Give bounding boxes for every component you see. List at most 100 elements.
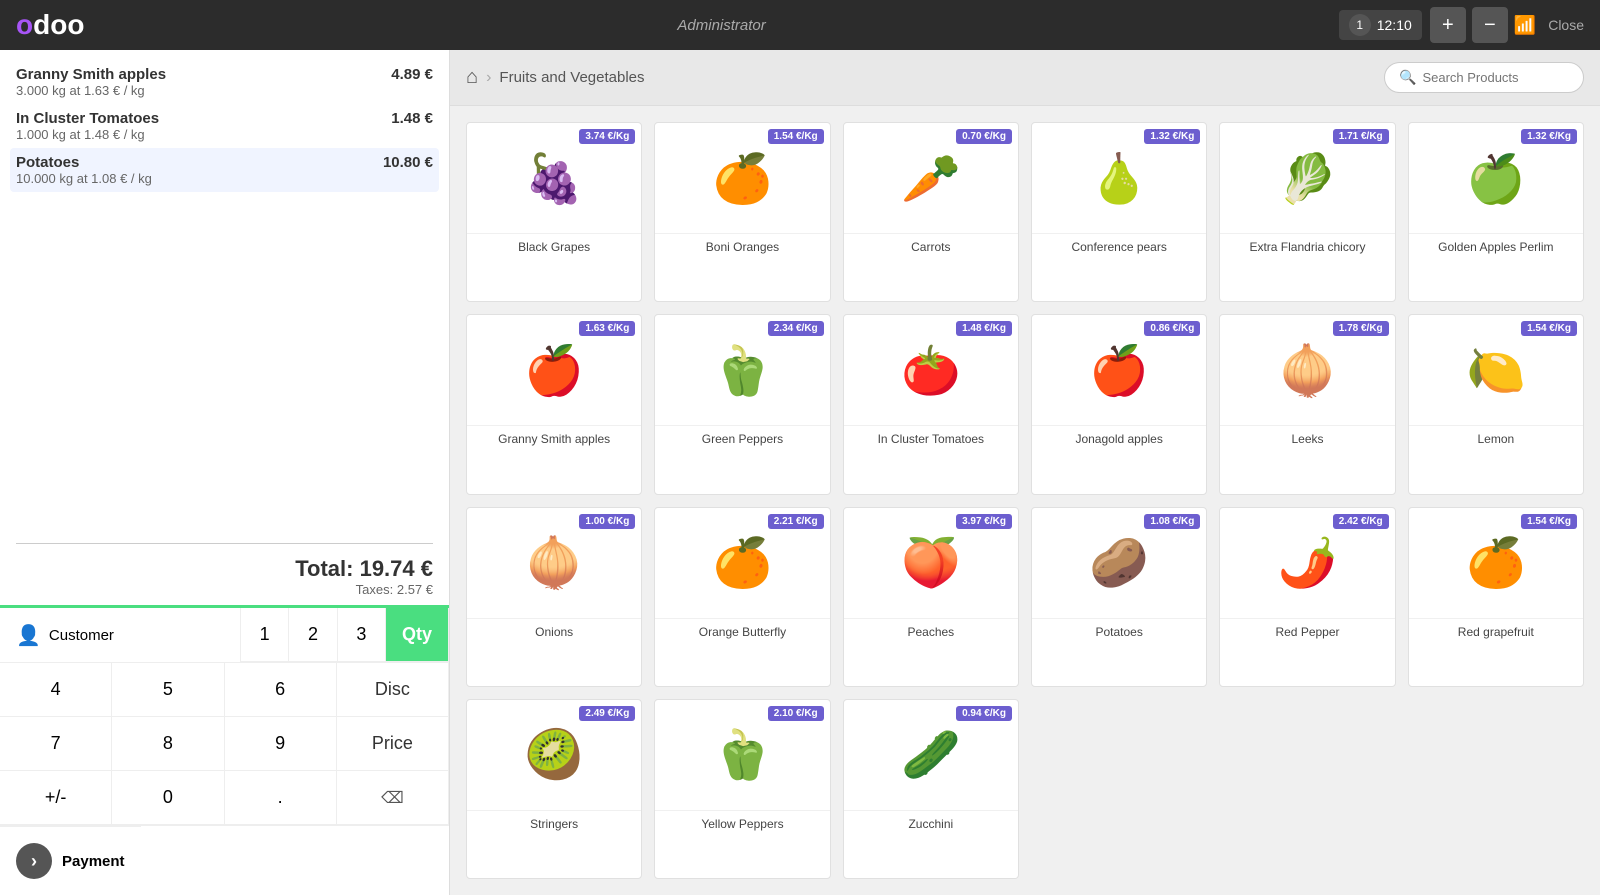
wifi-icon: 📶 bbox=[1514, 15, 1536, 36]
product-card[interactable]: 1.78 €/Kg 🧅 Leeks bbox=[1219, 314, 1395, 494]
order-item[interactable]: In Cluster Tomatoes 1.48 € 1.000 kg at 1… bbox=[16, 110, 433, 142]
product-card[interactable]: 3.97 €/Kg 🍑 Peaches bbox=[843, 507, 1019, 687]
product-card[interactable]: 0.86 €/Kg 🍎 Jonagold apples bbox=[1031, 314, 1207, 494]
num-plusminus[interactable]: +/- bbox=[0, 771, 112, 825]
product-emoji: 🧅 bbox=[1278, 342, 1338, 399]
product-card[interactable]: 2.34 €/Kg 🫑 Green Peppers bbox=[654, 314, 830, 494]
category-label: Fruits and Vegetables bbox=[499, 69, 644, 86]
order-tab[interactable]: 1 12:10 bbox=[1339, 10, 1422, 40]
num-6[interactable]: 6 bbox=[225, 663, 337, 717]
price-badge: 1.32 €/Kg bbox=[1144, 129, 1200, 144]
product-card[interactable]: 1.63 €/Kg 🍎 Granny Smith apples bbox=[466, 314, 642, 494]
product-emoji: 🍊 bbox=[713, 150, 773, 207]
price-badge: 0.70 €/Kg bbox=[956, 129, 1012, 144]
order-item[interactable]: Granny Smith apples 4.89 € 3.000 kg at 1… bbox=[16, 66, 433, 98]
product-card[interactable]: 1.00 €/Kg 🧅 Onions bbox=[466, 507, 642, 687]
remove-order-button[interactable]: − bbox=[1472, 7, 1508, 43]
num-2[interactable]: 2 bbox=[289, 608, 337, 662]
logo: odoo bbox=[16, 9, 84, 41]
product-image-area: 1.78 €/Kg 🧅 bbox=[1220, 315, 1394, 425]
product-emoji: 🥕 bbox=[901, 150, 961, 207]
product-card[interactable]: 1.71 €/Kg 🥬 Extra Flandria chicory bbox=[1219, 122, 1395, 302]
numpad-area: 👤 Customer 1 2 3 Qty 4 5 6 Disc 7 8 9 bbox=[0, 605, 449, 895]
customer-button[interactable]: 👤 Customer bbox=[0, 608, 241, 662]
qty-button[interactable]: Qty bbox=[386, 608, 449, 662]
product-card[interactable]: 2.42 €/Kg 🌶️ Red Pepper bbox=[1219, 507, 1395, 687]
product-card[interactable]: 0.94 €/Kg 🥒 Zucchini bbox=[843, 699, 1019, 879]
product-card[interactable]: 2.10 €/Kg 🫑 Yellow Peppers bbox=[654, 699, 830, 879]
product-emoji: 🍎 bbox=[524, 342, 584, 399]
num-0[interactable]: 0 bbox=[112, 771, 224, 825]
product-image-area: 2.10 €/Kg 🫑 bbox=[655, 700, 829, 810]
price-button[interactable]: Price bbox=[337, 717, 449, 771]
product-image-area: 0.70 €/Kg 🥕 bbox=[844, 123, 1018, 233]
add-order-button[interactable]: + bbox=[1430, 7, 1466, 43]
order-item[interactable]: Potatoes 10.80 € 10.000 kg at 1.08 € / k… bbox=[10, 148, 439, 192]
product-card[interactable]: 1.32 €/Kg 🍐 Conference pears bbox=[1031, 122, 1207, 302]
num-dot[interactable]: . bbox=[225, 771, 337, 825]
order-tab-number: 1 bbox=[1349, 14, 1371, 36]
disc-button[interactable]: Disc bbox=[337, 663, 449, 717]
product-name: Orange Butterfly bbox=[655, 618, 829, 647]
num-4[interactable]: 4 bbox=[0, 663, 112, 717]
price-badge: 1.08 €/Kg bbox=[1144, 514, 1200, 529]
product-card[interactable]: 1.08 €/Kg 🥔 Potatoes bbox=[1031, 507, 1207, 687]
order-list: Granny Smith apples 4.89 € 3.000 kg at 1… bbox=[0, 50, 449, 535]
order-tab-time: 12:10 bbox=[1377, 17, 1412, 33]
product-card[interactable]: 3.74 €/Kg 🍇 Black Grapes bbox=[466, 122, 642, 302]
search-input[interactable] bbox=[1422, 70, 1562, 85]
payment-button[interactable]: › Payment bbox=[0, 826, 141, 895]
product-emoji: 🍊 bbox=[1466, 534, 1526, 591]
order-item-name: Granny Smith apples 4.89 € bbox=[16, 66, 433, 83]
product-name: Jonagold apples bbox=[1032, 425, 1206, 454]
product-emoji: 🥒 bbox=[901, 726, 961, 783]
product-name: Red Pepper bbox=[1220, 618, 1394, 647]
price-badge: 1.54 €/Kg bbox=[768, 129, 824, 144]
product-card[interactable]: 1.54 €/Kg 🍊 Boni Oranges bbox=[654, 122, 830, 302]
price-badge: 1.63 €/Kg bbox=[579, 321, 635, 336]
num-7[interactable]: 7 bbox=[0, 717, 112, 771]
price-badge: 0.86 €/Kg bbox=[1144, 321, 1200, 336]
product-name: Lemon bbox=[1409, 425, 1583, 454]
product-name: Black Grapes bbox=[467, 233, 641, 262]
num-3[interactable]: 3 bbox=[338, 608, 386, 662]
num-9[interactable]: 9 bbox=[225, 717, 337, 771]
home-icon[interactable]: ⌂ bbox=[466, 66, 478, 89]
product-emoji: 🧅 bbox=[524, 534, 584, 591]
product-image-area: 2.49 €/Kg 🥝 bbox=[467, 700, 641, 810]
product-emoji: 🍅 bbox=[901, 342, 961, 399]
price-badge: 1.48 €/Kg bbox=[956, 321, 1012, 336]
product-card[interactable]: 1.54 €/Kg 🍊 Red grapefruit bbox=[1408, 507, 1584, 687]
product-card[interactable]: 0.70 €/Kg 🥕 Carrots bbox=[843, 122, 1019, 302]
backspace-button[interactable]: ⌫ bbox=[337, 771, 449, 825]
product-card[interactable]: 1.54 €/Kg 🍋 Lemon bbox=[1408, 314, 1584, 494]
total-amount: Total: 19.74 € bbox=[16, 556, 433, 582]
search-icon: 🔍 bbox=[1399, 69, 1416, 86]
product-card[interactable]: 1.48 €/Kg 🍅 In Cluster Tomatoes bbox=[843, 314, 1019, 494]
num-1[interactable]: 1 bbox=[241, 608, 289, 662]
price-badge: 0.94 €/Kg bbox=[956, 706, 1012, 721]
product-card[interactable]: 2.49 €/Kg 🥝 Stringers bbox=[466, 699, 642, 879]
payment-circle-icon: › bbox=[16, 843, 52, 879]
product-card[interactable]: 1.32 €/Kg 🍏 Golden Apples Perlim bbox=[1408, 122, 1584, 302]
product-emoji: 🥝 bbox=[524, 726, 584, 783]
num-5[interactable]: 5 bbox=[112, 663, 224, 717]
left-panel: Granny Smith apples 4.89 € 3.000 kg at 1… bbox=[0, 50, 450, 895]
num-8[interactable]: 8 bbox=[112, 717, 224, 771]
customer-icon: 👤 bbox=[16, 623, 41, 648]
customer-label: Customer bbox=[49, 627, 114, 644]
product-name: Carrots bbox=[844, 233, 1018, 262]
product-name: Onions bbox=[467, 618, 641, 647]
product-name: Conference pears bbox=[1032, 233, 1206, 262]
close-button[interactable]: Close bbox=[1548, 17, 1584, 33]
order-item-name: Potatoes 10.80 € bbox=[16, 154, 433, 171]
search-box[interactable]: 🔍 bbox=[1384, 62, 1584, 93]
topbar: odoo Administrator 1 12:10 + − 📶 Close bbox=[0, 0, 1600, 50]
product-image-area: 1.32 €/Kg 🍏 bbox=[1409, 123, 1583, 233]
product-card[interactable]: 2.21 €/Kg 🍊 Orange Butterfly bbox=[654, 507, 830, 687]
product-image-area: 2.21 €/Kg 🍊 bbox=[655, 508, 829, 618]
payment-label: Payment bbox=[62, 853, 125, 870]
price-badge: 1.32 €/Kg bbox=[1521, 129, 1577, 144]
order-total: Total: 19.74 € Taxes: 2.57 € bbox=[16, 543, 433, 597]
numpad-grid: 4 5 6 Disc 7 8 9 Price +/- 0 . ⌫ bbox=[0, 663, 449, 825]
